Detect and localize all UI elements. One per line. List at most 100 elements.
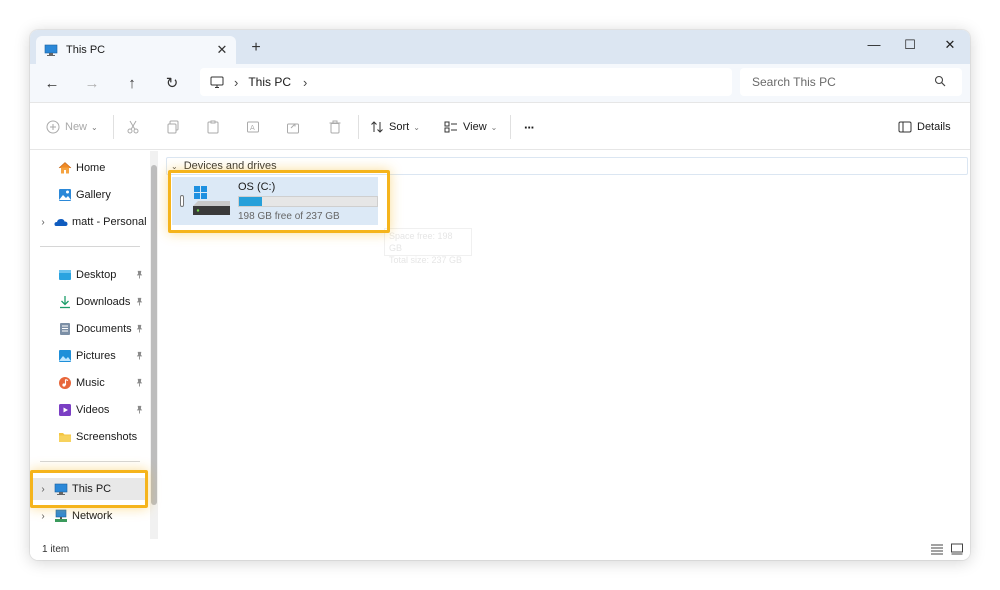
drive-tile-c[interactable]: OS (C:) 198 GB free of 237 GB <box>172 177 378 225</box>
chevron-right-icon[interactable]: › <box>36 484 50 495</box>
sidebar-scrollbar[interactable] <box>150 151 158 539</box>
group-header-devices-and-drives[interactable]: ⌄ Devices and drives <box>166 157 968 175</box>
paste-button[interactable] <box>206 115 225 139</box>
details-label: Details <box>917 121 951 133</box>
sidebar-item-pictures[interactable]: Pictures <box>30 345 148 367</box>
breadcrumb-separator[interactable]: › <box>234 75 238 90</box>
copy-button[interactable] <box>166 115 185 139</box>
plus-circle-icon <box>46 120 60 134</box>
address-row: ← → ↑ ↻ › This PC › <box>30 64 970 102</box>
drive-usage-fill <box>239 197 262 206</box>
pin-icon[interactable] <box>135 324 144 335</box>
delete-button[interactable] <box>328 115 347 139</box>
view-icon <box>444 120 458 134</box>
tab-this-pc[interactable]: This PC ✕ <box>36 36 236 64</box>
onedrive-icon <box>54 215 68 229</box>
tab-title: This PC <box>66 44 212 56</box>
sidebar-item-onedrive[interactable]: › matt - Personal <box>30 211 148 233</box>
tiles-view-icon <box>950 543 964 555</box>
sort-icon <box>370 120 384 134</box>
videos-icon <box>58 403 72 417</box>
chevron-right-icon[interactable]: › <box>36 217 50 228</box>
forward-button[interactable]: → <box>80 72 104 96</box>
breadcrumb-this-pc[interactable]: This PC <box>248 75 291 89</box>
new-tab-button[interactable]: + <box>246 38 266 58</box>
sidebar-item-label: Home <box>76 162 105 174</box>
search-input[interactable] <box>752 75 934 89</box>
sidebar-item-label: Pictures <box>76 350 116 362</box>
pin-icon[interactable] <box>135 297 144 308</box>
address-bar[interactable]: › This PC › <box>200 68 732 96</box>
tab-close-button[interactable]: ✕ <box>212 42 232 58</box>
sidebar-item-videos[interactable]: Videos <box>30 399 148 421</box>
sidebar-item-label: Desktop <box>76 269 116 281</box>
group-label: Devices and drives <box>184 160 277 172</box>
new-label: New <box>65 121 87 133</box>
svg-text:A: A <box>250 124 255 132</box>
view-button[interactable]: View ⌄ <box>444 115 497 139</box>
cut-button[interactable] <box>126 115 145 139</box>
downloads-icon <box>58 295 72 309</box>
sidebar-item-label: matt - Personal <box>72 216 147 228</box>
music-icon <box>58 376 72 390</box>
drive-usage-bar <box>238 196 378 207</box>
file-explorer-window: This PC ✕ + — ☐ ✕ ← → ↑ ↻ › This PC › <box>30 30 970 560</box>
sidebar-item-documents[interactable]: Documents <box>30 318 148 340</box>
toolbar-divider <box>113 115 114 139</box>
chevron-right-icon[interactable]: › <box>36 511 50 522</box>
hard-drive-icon <box>192 184 232 218</box>
search-box[interactable] <box>740 68 962 96</box>
folder-icon <box>58 430 72 444</box>
sidebar-item-music[interactable]: Music <box>30 372 148 394</box>
details-pane-button[interactable]: Details <box>898 115 951 139</box>
content-pane: ⌄ Devices and drives OS (C:) <box>162 151 970 539</box>
minimize-button[interactable]: — <box>856 34 892 56</box>
home-icon <box>58 161 72 175</box>
toolbar-divider <box>358 115 359 139</box>
title-bar: This PC ✕ + — ☐ ✕ <box>30 30 970 64</box>
sort-button[interactable]: Sort ⌄ <box>370 115 420 139</box>
chevron-down-icon[interactable]: ⌄ <box>171 162 178 171</box>
monitor-icon <box>210 75 224 89</box>
sidebar-item-home[interactable]: Home <box>30 157 148 179</box>
faded-tooltip: Space free: 198 GB Total size: 237 GB <box>384 228 472 256</box>
sidebar-item-this-pc[interactable]: › This PC <box>30 478 146 500</box>
pin-icon[interactable] <box>135 270 144 281</box>
drive-free-space: 198 GB free of 237 GB <box>238 211 378 222</box>
share-button[interactable] <box>286 115 305 139</box>
sidebar-item-network[interactable]: › Network <box>30 505 148 527</box>
chevron-down-icon: ⌄ <box>413 123 420 132</box>
toolbar-divider <box>510 115 511 139</box>
sidebar-item-desktop[interactable]: Desktop <box>30 264 148 286</box>
sidebar-item-label: This PC <box>72 483 111 495</box>
back-button[interactable]: ← <box>40 72 64 96</box>
scrollbar-thumb[interactable] <box>151 165 157 505</box>
pin-icon[interactable] <box>135 378 144 389</box>
sidebar-item-label: Gallery <box>76 189 111 201</box>
select-checkbox[interactable] <box>180 195 184 207</box>
refresh-button[interactable]: ↻ <box>160 72 184 96</box>
sidebar-item-screenshots[interactable]: Screenshots <box>30 426 148 448</box>
details-view-button[interactable] <box>930 543 946 557</box>
gallery-icon <box>58 188 72 202</box>
breadcrumb-separator[interactable]: › <box>303 75 307 90</box>
pin-icon[interactable] <box>135 351 144 362</box>
share-icon <box>286 120 300 134</box>
sidebar-item-label: Downloads <box>76 296 130 308</box>
close-button[interactable]: ✕ <box>932 34 968 56</box>
sidebar-item-gallery[interactable]: Gallery <box>30 184 148 206</box>
sidebar-item-label: Music <box>76 377 105 389</box>
chevron-down-icon: ⌄ <box>491 123 498 132</box>
new-button[interactable]: New ⌄ <box>46 115 98 139</box>
this-pc-icon <box>44 43 58 57</box>
maximize-button[interactable]: ☐ <box>892 34 928 56</box>
tiles-view-button[interactable] <box>950 543 966 557</box>
pin-icon[interactable] <box>135 405 144 416</box>
search-icon <box>934 75 954 90</box>
view-label: View <box>463 121 487 133</box>
up-button[interactable]: ↑ <box>120 72 144 96</box>
more-options-button[interactable]: ··· <box>524 115 534 139</box>
rename-button[interactable]: A <box>246 115 265 139</box>
sidebar-item-downloads[interactable]: Downloads <box>30 291 148 313</box>
item-count: 1 item <box>42 544 69 555</box>
